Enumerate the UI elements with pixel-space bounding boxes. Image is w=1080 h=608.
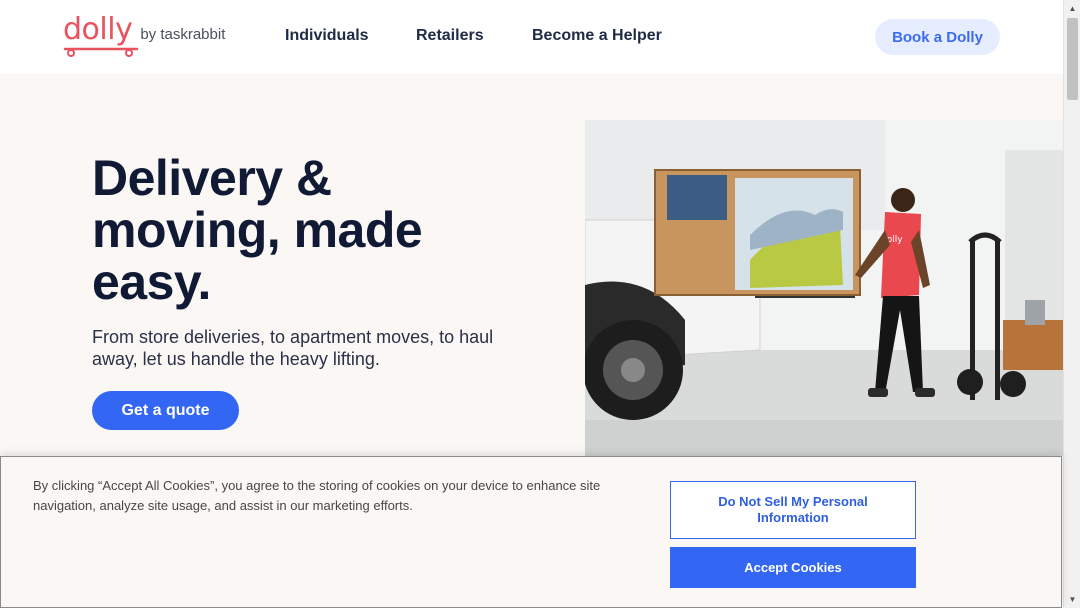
nav-become-helper[interactable]: Become a Helper [532,27,662,45]
logo-wordmark: dolly [63,12,133,47]
hero-image: dolly [585,120,1063,456]
logo-byline: by taskrabbit [140,26,226,43]
arrow-down-icon[interactable]: ▼ [1064,591,1080,608]
dolly-cart-icon [63,47,139,57]
site-header: dolly by taskrabbit Individuals Retailer… [0,0,1063,74]
dolly-logo[interactable]: dolly by taskrabbit [63,12,226,57]
nav-individuals[interactable]: Individuals [285,27,369,45]
do-not-sell-button[interactable]: Do Not Sell My Personal Information [670,481,916,539]
book-a-dolly-button[interactable]: Book a Dolly [875,19,1000,55]
hero-illustration: dolly [585,120,1063,456]
scrollbar-thumb[interactable] [1067,18,1078,100]
get-a-quote-button[interactable]: Get a quote [92,391,239,430]
cookie-banner: By clicking “Accept All Cookies”, you ag… [0,456,1062,608]
hero-title: Delivery & moving, made easy. [92,150,423,310]
page-scrollbar[interactable]: ▲ ▼ [1063,0,1080,608]
arrow-up-icon[interactable]: ▲ [1064,0,1080,17]
hero-subtitle: From store deliveries, to apartment move… [92,327,494,369]
cookie-consent-text: By clicking “Accept All Cookies”, you ag… [33,478,601,513]
accept-cookies-button[interactable]: Accept Cookies [670,547,916,588]
nav-retailers[interactable]: Retailers [416,27,484,45]
